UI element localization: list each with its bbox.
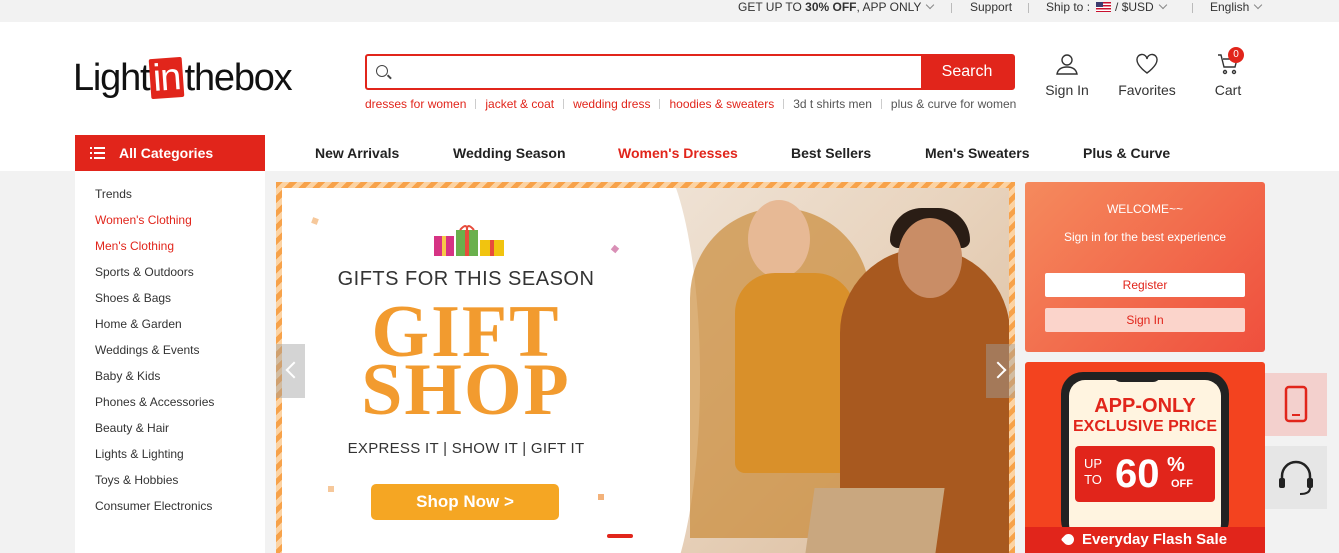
search-button[interactable]: Search: [921, 56, 1013, 88]
favorites-link[interactable]: Favorites: [1117, 52, 1177, 98]
list-icon: [90, 147, 105, 159]
banner-tagline: EXPRESS IT | SHOW IT | GIFT IT: [347, 440, 585, 457]
category-item[interactable]: Weddings & Events: [95, 343, 200, 357]
nav-womens-dresses[interactable]: Women's Dresses: [618, 135, 738, 171]
promo-suffix: , APP ONLY: [856, 0, 922, 14]
language-selector[interactable]: English: [1210, 0, 1263, 14]
mobile-app-button[interactable]: [1265, 373, 1327, 436]
chevron-down-icon: [1158, 0, 1167, 10]
welcome-subtitle: Sign in for the best experience: [1063, 230, 1227, 244]
main-nav: New Arrivals Wedding Season Women's Dres…: [265, 135, 1339, 171]
discount-percent: 60: [1115, 452, 1160, 496]
promo-prefix: GET UP TO: [738, 0, 806, 14]
search-input[interactable]: [397, 56, 917, 88]
all-categories-label: All Categories: [119, 145, 214, 161]
category-item[interactable]: Men's Clothing: [95, 239, 174, 253]
signin-link[interactable]: Sign In: [1044, 52, 1090, 98]
site-logo[interactable]: Lightinthebox: [73, 56, 293, 100]
all-categories-button[interactable]: All Categories: [75, 135, 265, 171]
gift-icon: [434, 225, 504, 256]
mobile-phone-icon: [1284, 385, 1308, 423]
carousel-dot[interactable]: [641, 534, 647, 538]
category-item[interactable]: Baby & Kids: [95, 369, 160, 383]
ship-to-label: Ship to :: [1046, 0, 1091, 14]
hero-banner-content: GIFTS FOR THIS SEASON GIFT SHOP EXPRESS …: [282, 188, 1009, 553]
cart-label: Cart: [1214, 82, 1242, 98]
site-header: Lightinthebox Search dresses for women ja…: [0, 22, 1339, 135]
tag-icon: [1060, 531, 1077, 548]
category-item[interactable]: Phones & Accessories: [95, 395, 214, 409]
top-utility-bar: GET UP TO 30% OFF, APP ONLY Support Ship…: [0, 0, 1339, 22]
app-promo-link[interactable]: GET UP TO 30% OFF, APP ONLY: [738, 0, 935, 14]
nav-mens-sweaters[interactable]: Men's Sweaters: [925, 135, 1030, 171]
customer-service-button[interactable]: [1265, 446, 1327, 509]
promo-bold: 30% OFF: [805, 0, 857, 14]
chevron-down-icon: [926, 0, 935, 10]
language-label: English: [1210, 0, 1250, 14]
currency-label: / $USD: [1115, 0, 1154, 14]
carousel-dot-active[interactable]: [607, 534, 633, 538]
hotword-link[interactable]: jacket & coat: [485, 97, 554, 111]
category-item[interactable]: Lights & Lighting: [95, 447, 184, 461]
nav-strip-left: [0, 135, 75, 171]
discount-up-to: UP TO: [1083, 456, 1103, 487]
nav-best-sellers[interactable]: Best Sellers: [791, 135, 871, 171]
nav-wedding-season[interactable]: Wedding Season: [453, 135, 566, 171]
app-promo-card[interactable]: APP-ONLY EXCLUSIVE PRICE UP TO 60 % OFF E…: [1025, 362, 1265, 553]
signin-label: Sign In: [1045, 82, 1089, 98]
welcome-card: WELCOME~~ Sign in for the best experienc…: [1025, 182, 1265, 352]
search-bar: Search: [365, 54, 1015, 90]
shop-now-button[interactable]: Shop Now >: [371, 484, 559, 520]
welcome-title: WELCOME~~: [1106, 202, 1184, 216]
chevron-down-icon: [1254, 0, 1263, 10]
hotword-link[interactable]: hoodies & sweaters: [669, 97, 774, 111]
discount-ticket: UP TO 60 % OFF: [1075, 446, 1215, 502]
category-item[interactable]: Consumer Electronics: [95, 499, 212, 513]
carousel-dot[interactable]: [665, 534, 671, 538]
carousel-next-button[interactable]: [986, 344, 1015, 398]
category-item[interactable]: Sports & Outdoors: [95, 265, 194, 279]
cart-count-badge: 0: [1228, 47, 1244, 63]
carousel-dot[interactable]: [677, 534, 683, 538]
favorites-label: Favorites: [1118, 82, 1176, 98]
category-item[interactable]: Home & Garden: [95, 317, 182, 331]
banner-photo: [590, 188, 1009, 553]
nav-plus-curve[interactable]: Plus & Curve: [1083, 135, 1170, 171]
hotword-link[interactable]: plus & curve for women: [891, 97, 1016, 111]
support-link[interactable]: Support: [970, 0, 1012, 14]
nav-new-arrivals[interactable]: New Arrivals: [315, 135, 399, 171]
search-hotwords: dresses for women jacket & coat wedding dr…: [365, 97, 1016, 111]
flash-sale-label: Everyday Flash Sale: [1081, 531, 1228, 548]
hotword-link[interactable]: wedding dress: [573, 97, 650, 111]
carousel-dot[interactable]: [653, 534, 659, 538]
us-flag-icon: [1096, 2, 1112, 12]
flash-sale-bar[interactable]: Everyday Flash Sale: [1025, 527, 1265, 553]
banner-title-line2: SHOP: [361, 349, 571, 431]
discount-percent-sign: %: [1167, 454, 1185, 476]
category-sidebar: Trends Women's Clothing Men's Clothing S…: [75, 171, 265, 553]
user-icon: [1056, 54, 1078, 75]
headset-icon: [1279, 460, 1313, 495]
hotword-link[interactable]: dresses for women: [365, 97, 466, 111]
app-promo-line1: APP-ONLY: [1094, 395, 1196, 417]
category-item[interactable]: Trends: [95, 187, 132, 201]
hotword-link[interactable]: 3d t shirts men: [793, 97, 872, 111]
app-promo-line2: EXCLUSIVE PRICE: [1072, 418, 1218, 435]
hero-banner[interactable]: GIFTS FOR THIS SEASON GIFT SHOP EXPRESS …: [276, 182, 1015, 553]
discount-off: OFF: [1171, 478, 1193, 490]
confetti-decoration: [311, 217, 319, 225]
heart-icon: [1136, 53, 1158, 74]
confetti-decoration: [598, 494, 604, 500]
ship-to-selector[interactable]: Ship to : / $USD: [1046, 0, 1167, 14]
confetti-decoration: [328, 486, 334, 492]
signin-button[interactable]: Sign In: [1045, 308, 1245, 332]
register-button[interactable]: Register: [1045, 273, 1245, 297]
search-icon: [376, 65, 388, 77]
category-item[interactable]: Toys & Hobbies: [95, 473, 178, 487]
banner-subtitle: GIFTS FOR THIS SEASON: [337, 268, 595, 290]
category-item[interactable]: Shoes & Bags: [95, 291, 171, 305]
category-item[interactable]: Beauty & Hair: [95, 421, 169, 435]
carousel-prev-button[interactable]: [276, 344, 305, 398]
category-item[interactable]: Women's Clothing: [95, 213, 192, 227]
